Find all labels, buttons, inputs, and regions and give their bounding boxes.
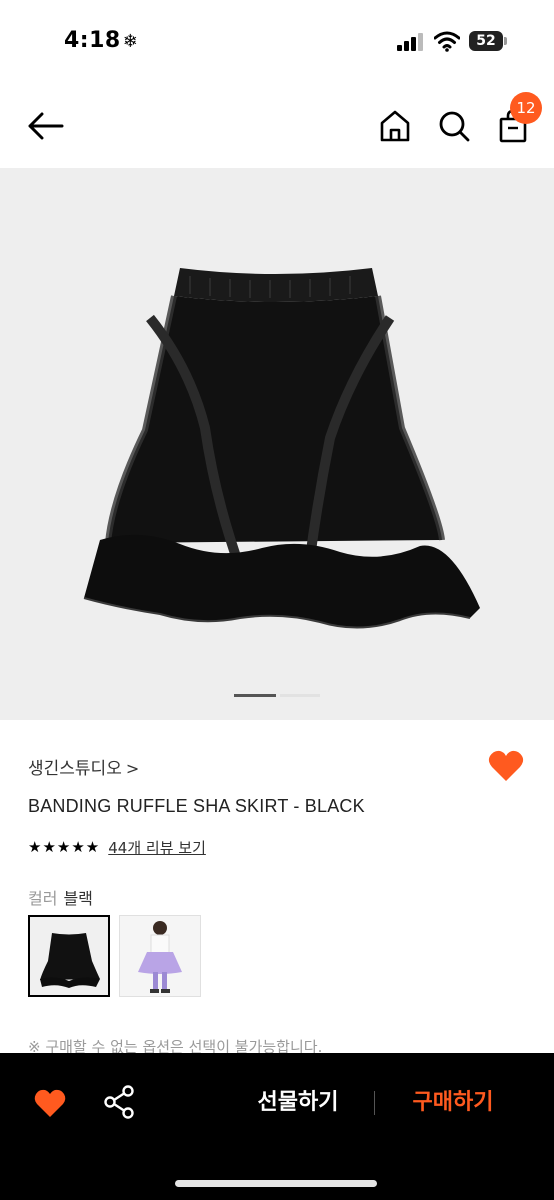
gift-button[interactable]: 선물하기 <box>238 1085 358 1121</box>
status-bar: 4:18 ❄ 52 <box>0 0 554 84</box>
gallery-pagination <box>234 694 320 698</box>
bottom-action-bar <box>0 1053 554 1200</box>
home-icon[interactable] <box>378 108 412 144</box>
brand-name: 생긴스튜디오 <box>28 759 122 779</box>
product-title: BANDING RUFFLE SHA SKIRT - BLACK <box>28 796 365 816</box>
buy-button[interactable]: 구매하기 <box>392 1085 514 1121</box>
rating-row: ★★★★★ 44개 리뷰 보기 <box>28 836 206 858</box>
bottom-bar-divider <box>374 1091 375 1115</box>
search-icon[interactable] <box>437 108 471 144</box>
pagination-indicator <box>280 694 320 697</box>
color-option-label: 컬러 블랙 <box>28 885 93 909</box>
battery-icon: 52 <box>469 31 507 51</box>
color-thumbnail-black[interactable] <box>28 915 110 997</box>
home-indicator[interactable] <box>175 1180 377 1187</box>
battery-level: 52 <box>469 31 503 51</box>
wifi-icon <box>434 31 460 52</box>
cellular-signal-icon <box>397 33 425 51</box>
color-value: 블랙 <box>63 889 93 908</box>
pagination-indicator-active <box>234 694 276 697</box>
status-time: 4:18 ❄ <box>64 28 138 53</box>
back-arrow-icon[interactable] <box>26 110 64 142</box>
snowflake-icon: ❄ <box>122 31 139 52</box>
status-time-text: 4:18 <box>64 28 121 53</box>
thumbnail-model-image <box>120 916 200 996</box>
review-link[interactable]: 44개 리뷰 보기 <box>108 837 206 858</box>
wishlist-heart-icon[interactable] <box>33 1087 67 1119</box>
color-thumbnail-lavender[interactable] <box>119 915 201 997</box>
product-image-gallery[interactable] <box>0 168 554 720</box>
product-image-skirt <box>83 268 480 629</box>
top-navigation: 12 <box>0 84 554 168</box>
rating-stars: ★★★★★ <box>28 838 101 856</box>
chevron-right-icon: > <box>125 759 140 778</box>
cart-badge: 12 <box>510 92 542 124</box>
thumbnail-skirt-image <box>30 917 108 995</box>
share-icon[interactable] <box>103 1085 135 1119</box>
color-key: 컬러 <box>28 889 58 908</box>
brand-link[interactable]: 생긴스튜디오 > <box>28 754 139 779</box>
heart-icon[interactable] <box>487 748 525 784</box>
